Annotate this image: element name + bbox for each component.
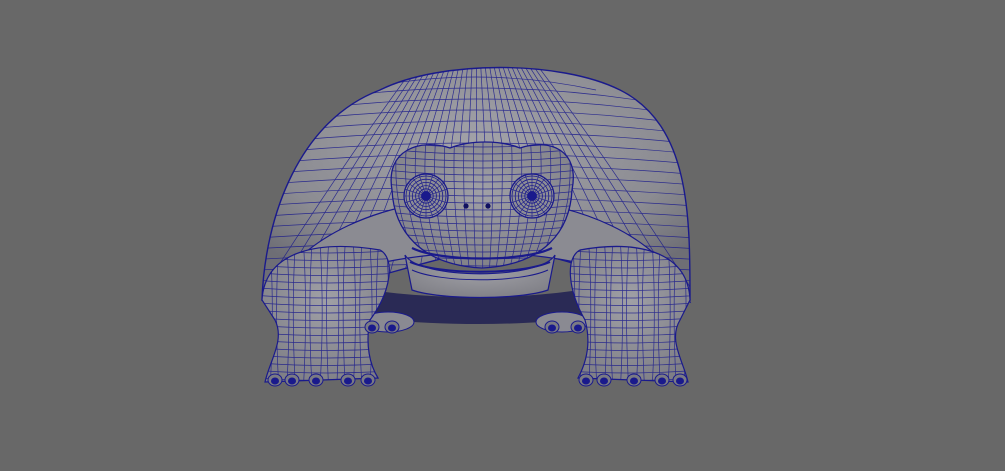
turtle-wireframe-model[interactable] [0, 0, 1005, 471]
left-eye [403, 173, 449, 219]
right-eye [509, 173, 555, 219]
3d-viewport[interactable] [0, 0, 1005, 471]
